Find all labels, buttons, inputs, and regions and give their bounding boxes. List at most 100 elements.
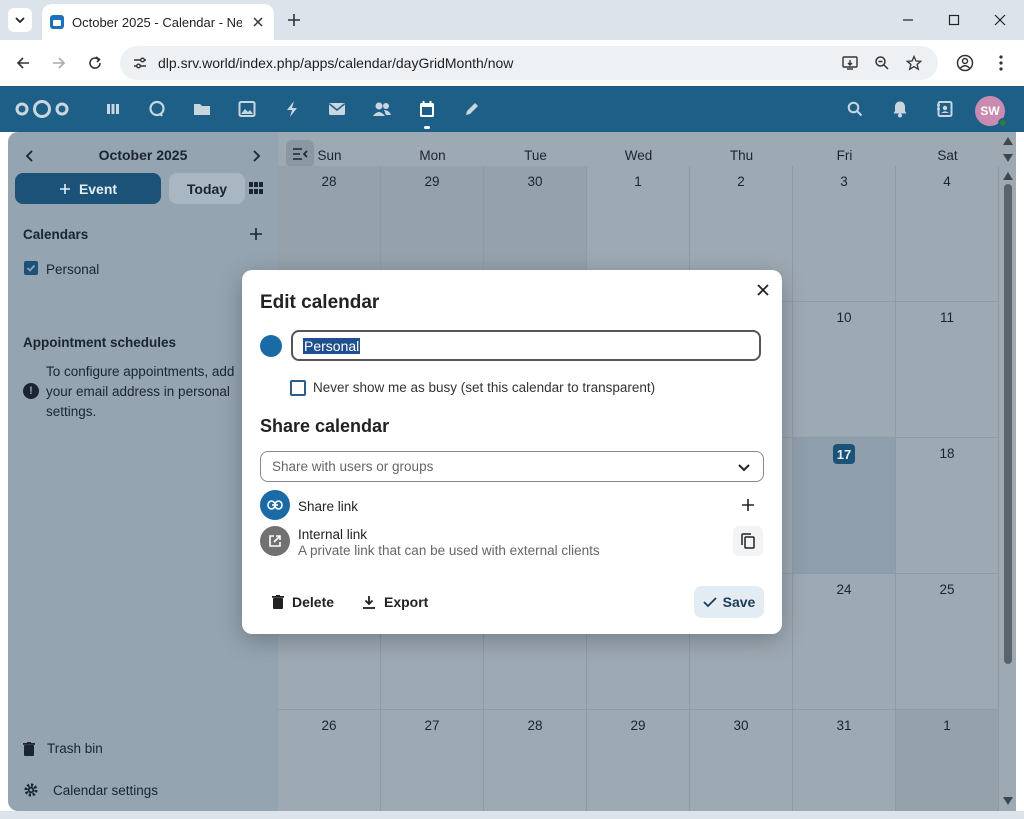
day-cell[interactable]: 26	[278, 710, 381, 819]
mail-app-icon[interactable]	[326, 98, 348, 120]
url-text: dlp.srv.world/index.php/apps/calendar/da…	[158, 55, 514, 71]
dashboard-app-icon[interactable]	[102, 98, 124, 120]
day-number: 4	[943, 174, 951, 189]
edit-calendar-modal: Edit calendar Personal Never show me as …	[242, 270, 782, 634]
scroll-down-arrow-icon[interactable]	[1003, 154, 1013, 162]
install-app-icon[interactable]	[840, 53, 860, 73]
share-link-label: Share link	[298, 499, 359, 514]
browser-menu-button[interactable]	[990, 52, 1012, 74]
scroll-up-arrow-icon[interactable]	[1003, 137, 1013, 145]
window-close-button[interactable]	[990, 10, 1010, 30]
today-button[interactable]: Today	[169, 173, 245, 204]
zoom-icon[interactable]	[872, 53, 892, 73]
site-info-icon[interactable]	[130, 53, 150, 73]
scroll-up-arrow-icon[interactable]	[1003, 172, 1013, 180]
copy-internal-link-button[interactable]	[733, 526, 763, 556]
tab-close-button[interactable]	[250, 14, 266, 30]
calendar-app-icon[interactable]	[416, 98, 438, 120]
nextcloud-logo-icon[interactable]	[14, 98, 70, 120]
new-tab-button[interactable]	[284, 10, 304, 30]
notifications-bell-icon[interactable]	[889, 98, 911, 120]
view-grid-icon[interactable]	[248, 180, 264, 196]
day-cell[interactable]: 29	[587, 710, 690, 819]
back-button[interactable]	[12, 52, 34, 74]
minimize-button[interactable]	[898, 10, 918, 30]
never-busy-checkbox[interactable]	[290, 380, 306, 396]
files-app-icon[interactable]	[191, 98, 213, 120]
trash-bin-item[interactable]: Trash bin	[23, 741, 103, 756]
day-cell[interactable]: 25	[896, 574, 999, 710]
calendar-item-personal[interactable]: Personal	[46, 262, 99, 277]
share-with-placeholder: Share with users or groups	[272, 459, 434, 474]
calendar-name-input[interactable]: Personal	[291, 330, 761, 361]
gear-icon	[24, 783, 38, 797]
scrollbar-thumb[interactable]	[1004, 184, 1012, 664]
notes-app-icon[interactable]	[461, 98, 483, 120]
day-cell[interactable]: 28	[484, 710, 587, 819]
close-icon	[253, 17, 263, 27]
add-calendar-icon[interactable]	[248, 226, 264, 242]
day-cell[interactable]: 11	[896, 302, 999, 438]
unified-search-icon[interactable]	[844, 98, 866, 120]
day-cell[interactable]: 4	[896, 166, 999, 302]
day-cell[interactable]: 30	[690, 710, 793, 819]
calendar-settings-item[interactable]: Calendar settings	[23, 782, 158, 798]
contacts-app-icon[interactable]	[371, 98, 393, 120]
bookmark-star-icon[interactable]	[904, 53, 924, 73]
day-number: 3	[840, 174, 848, 189]
day-number: 11	[939, 310, 954, 325]
maximize-icon	[948, 14, 960, 26]
personal-calendar-checkbox[interactable]	[24, 261, 38, 275]
appointments-info-text: To configure appointments, add your emai…	[46, 364, 235, 419]
new-event-button[interactable]: Event	[15, 173, 161, 204]
day-cell[interactable]: 10	[793, 302, 896, 438]
modal-close-button[interactable]	[753, 280, 773, 300]
appointments-heading: Appointment schedules	[23, 335, 177, 350]
trash-icon	[272, 595, 284, 609]
plus-icon	[59, 183, 70, 194]
day-cell[interactable]: 3	[793, 166, 896, 302]
never-busy-label[interactable]: Never show me as busy (set this calendar…	[313, 380, 655, 395]
close-icon	[757, 284, 769, 296]
browser-tab[interactable]: October 2025 - Calendar - Next	[42, 4, 274, 40]
photos-app-icon[interactable]	[236, 98, 258, 120]
activity-app-icon[interactable]	[281, 98, 303, 120]
more-vertical-icon	[999, 55, 1003, 71]
add-share-link-icon[interactable]	[740, 497, 756, 513]
day-cell[interactable]: 31	[793, 710, 896, 819]
previous-month-button[interactable]	[18, 144, 42, 168]
address-bar[interactable]: dlp.srv.world/index.php/apps/calendar/da…	[120, 46, 938, 80]
calendar-color-picker[interactable]	[260, 335, 282, 357]
day-number: 18	[939, 446, 955, 461]
contacts-menu-icon[interactable]	[934, 98, 956, 120]
calendar-scrollbar[interactable]	[1000, 132, 1016, 811]
profile-icon	[956, 54, 974, 72]
weekday-header: Tue	[524, 148, 547, 163]
month-label[interactable]: October 2025	[78, 147, 208, 163]
reload-button[interactable]	[84, 52, 106, 74]
day-number: 29	[424, 174, 440, 189]
day-cell[interactable]: 18	[896, 438, 999, 574]
chevron-down-icon	[15, 17, 25, 24]
chevron-down-icon	[738, 463, 750, 471]
delete-calendar-button[interactable]: Delete	[272, 586, 334, 618]
scroll-down-arrow-icon[interactable]	[1003, 797, 1013, 805]
profile-button[interactable]	[954, 52, 976, 74]
share-with-select[interactable]: Share with users or groups	[260, 451, 764, 482]
day-number: 27	[424, 718, 440, 733]
export-calendar-button[interactable]: Export	[362, 586, 428, 618]
forward-button[interactable]	[48, 52, 70, 74]
weekday-header: Wed	[624, 148, 653, 163]
tab-search-button[interactable]	[8, 8, 32, 32]
day-cell[interactable]: 24	[793, 574, 896, 710]
arrow-left-icon	[16, 57, 29, 69]
day-cell[interactable]: 27	[381, 710, 484, 819]
today-cell[interactable]: 17	[793, 438, 896, 574]
weekday-header: Fri	[836, 148, 853, 163]
search-app-icon[interactable]	[146, 98, 168, 120]
save-button[interactable]: Save	[694, 586, 764, 618]
day-cell[interactable]: 1	[896, 710, 999, 819]
calendars-heading: Calendars	[23, 227, 89, 242]
maximize-button[interactable]	[944, 10, 964, 30]
next-month-button[interactable]	[244, 144, 268, 168]
